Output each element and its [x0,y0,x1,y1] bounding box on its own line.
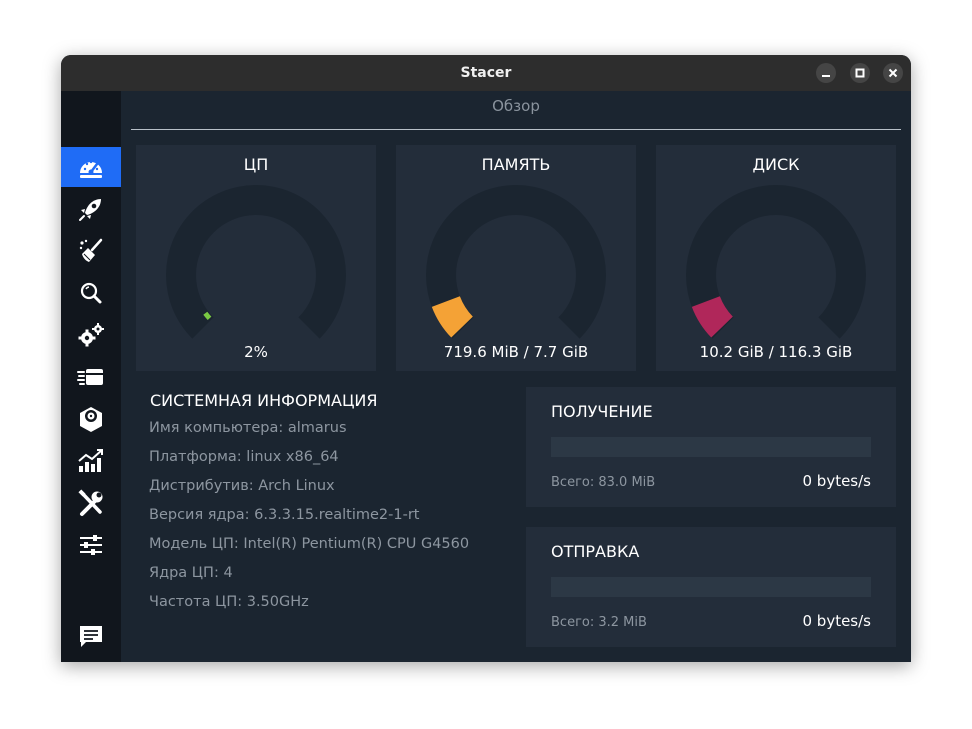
download-heading: ПОЛУЧЕНИЕ [551,402,653,421]
package-uninstaller-icon [80,407,102,432]
system-info-distribution: Дистрибутив: Arch Linux [149,478,335,494]
sidebar-item-search[interactable] [61,273,121,313]
sidebar-item-processes[interactable] [61,357,121,397]
upload-card: ОТПРАВКА Всего: 3.2 MiB 0 bytes/s [526,527,896,647]
sidebar-item-dashboard[interactable] [61,147,121,187]
maximize-icon [855,68,865,78]
cpu-gauge [166,185,346,339]
download-rate: 0 bytes/s [802,472,871,490]
system-info-cpu-cores: Ядра ЦП: 4 [149,565,233,581]
sidebar [61,91,121,662]
sidebar-item-feedback[interactable] [61,616,121,656]
sliders-settings-icon [80,535,102,555]
system-info-platform: Платформа: linux x86_64 [149,449,339,465]
main-panel: Обзор ЦП 2% ПАМЯТЬ 719.6 MiB / 7.7 GiB Д… [121,91,911,662]
minimize-icon [822,75,830,77]
upload-speed-bar [551,577,871,597]
memory-gauge-card: ПАМЯТЬ 719.6 MiB / 7.7 GiB [396,145,636,371]
sidebar-item-resources[interactable] [61,441,121,481]
disk-gauge [686,185,866,339]
system-info-hostname: Имя компьютера: almarus [149,420,347,436]
gears-services-icon [78,323,104,347]
download-card: ПОЛУЧЕНИЕ Всего: 83.0 MiB 0 bytes/s [526,387,896,507]
sidebar-item-settings[interactable] [61,525,121,565]
broom-cleaner-icon [79,238,103,262]
disk-gauge-card: ДИСК 10.2 GiB / 116.3 GiB [656,145,896,371]
upload-total: Всего: 3.2 MiB [551,615,647,630]
rocket-startup-apps-icon [79,199,101,221]
disk-gauge-title: ДИСК [752,155,800,174]
cpu-gauge-card: ЦП 2% [136,145,376,371]
system-info-cpu-speed: Частота ЦП: 3.50GHz [149,594,309,610]
memory-gauge [426,185,606,339]
title-divider [131,129,901,130]
feedback-message-icon [80,626,102,647]
download-speed-bar [551,437,871,457]
bar-chart-resources-icon [78,449,103,472]
cpu-gauge-value: 2% [244,343,268,361]
disk-gauge-value: 10.2 GiB / 116.3 GiB [699,343,853,361]
download-total: Всего: 83.0 MiB [551,475,656,490]
sidebar-item-services[interactable] [61,315,121,355]
stacer-window: Stacer Обзор ЦП 2% ПАМЯТЬ 719.6 MiB / 7.… [61,55,911,662]
upload-heading: ОТПРАВКА [551,542,640,561]
processes-icon [77,369,103,385]
sidebar-item-cleaner[interactable] [61,231,121,271]
magnifier-search-icon [80,282,102,304]
sidebar-item-startup-apps[interactable] [61,189,121,229]
close-button[interactable] [883,63,903,83]
sidebar-item-helpers[interactable] [61,483,121,523]
system-info-heading: СИСТЕМНАЯ ИНФОРМАЦИЯ [150,391,378,410]
close-icon [888,68,898,78]
system-info-kernel: Версия ядра: 6.3.3.15.realtime2-1-rt [149,507,420,523]
window-title: Stacer [460,65,512,81]
upload-rate: 0 bytes/s [802,612,871,630]
tools-helpers-icon [78,489,103,516]
system-info: СИСТЕМНАЯ ИНФОРМАЦИЯ Имя компьютера: alm… [149,391,469,621]
sidebar-item-uninstaller[interactable] [61,399,121,439]
memory-gauge-value: 719.6 MiB / 7.7 GiB [443,343,589,361]
dashboard-speedometer-icon [80,160,102,178]
system-info-cpu-model: Модель ЦП: Intel(R) Pentium(R) CPU G4560 [149,536,470,552]
maximize-button[interactable] [850,63,870,83]
titlebar: Stacer [61,55,911,91]
minimize-button[interactable] [816,63,836,83]
memory-gauge-title: ПАМЯТЬ [481,155,551,174]
page-title: Обзор [492,97,540,115]
cpu-gauge-title: ЦП [243,155,269,174]
gauge-track [166,185,346,339]
